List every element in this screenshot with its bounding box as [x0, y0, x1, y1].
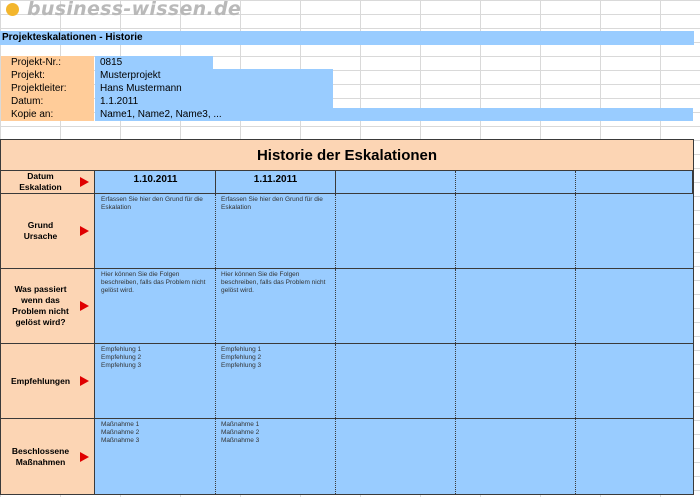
- projekt-label: Projekt:: [1, 69, 94, 82]
- list-item: Empfehlung 1: [221, 346, 262, 353]
- table-cell-date[interactable]: [456, 171, 576, 193]
- row-label-line: Beschlossene: [11, 445, 70, 456]
- table-cell[interactable]: Erfassen Sie hier den Grund für die Eska…: [216, 194, 336, 268]
- list-item: Maßnahme 1: [221, 421, 260, 428]
- list-item: Empfehlung 3: [221, 362, 262, 369]
- row-label-line: Empfehlungen: [10, 375, 71, 386]
- kopie-field[interactable]: Name1, Name2, Name3, ...: [95, 108, 693, 121]
- row-label-empfehlungen: Empfehlungen: [1, 344, 95, 418]
- list-item: Maßnahme 1: [101, 421, 140, 428]
- table-row-empfehlungen: Empfehlungen Empfehlung 1 Empfehlung 2 E…: [1, 344, 693, 419]
- list-item: Empfehlung 1: [101, 346, 142, 353]
- row-label-folgen: Was passiert wenn das Problem nicht gelöst …: [1, 269, 95, 343]
- list-item: Maßnahme 3: [221, 437, 260, 444]
- table-cell[interactable]: Hier können Sie die Folgen beschreiben, …: [96, 269, 216, 343]
- table-cell-date[interactable]: 1.11.2011: [216, 171, 336, 193]
- row-label-line: wenn das: [21, 295, 60, 305]
- table-cell-date[interactable]: 1.10.2011: [96, 171, 216, 193]
- row-label-massnahmen: Beschlossene Maßnahmen: [1, 419, 95, 494]
- list-item: Empfehlung 3: [101, 362, 142, 369]
- row-label-line: Eskalation: [19, 182, 62, 192]
- escalation-history-table: Historie der Eskalationen Datum Eskalatio…: [0, 139, 694, 495]
- table-row-folgen: Was passiert wenn das Problem nicht gelöst …: [1, 269, 693, 344]
- table-heading-band: Historie der Eskalationen: [1, 140, 693, 171]
- list-item: Maßnahme 2: [101, 429, 140, 436]
- table-cell[interactable]: [336, 344, 456, 418]
- projekt-nr-field[interactable]: 0815: [95, 56, 213, 69]
- row-label-grund: Grund Ursache: [1, 194, 95, 268]
- table-cell[interactable]: Empfehlung 1 Empfehlung 2 Empfehlung 3: [96, 344, 216, 418]
- table-cell[interactable]: [336, 269, 456, 343]
- arrow-right-icon: [80, 376, 89, 386]
- table-cell[interactable]: [576, 194, 693, 268]
- arrow-right-icon: [80, 226, 89, 236]
- row-label-datum: Datum Eskalation: [1, 171, 95, 193]
- logo-dot-icon: [6, 2, 19, 16]
- table-cell[interactable]: [456, 194, 576, 268]
- table-cell[interactable]: Maßnahme 1 Maßnahme 2 Maßnahme 3: [96, 419, 216, 494]
- table-row-grund: Grund Ursache Erfassen Sie hier den Grund…: [1, 194, 693, 269]
- list-item: Empfehlung 2: [221, 354, 262, 361]
- table-cell[interactable]: [456, 419, 576, 494]
- list-item: Maßnahme 2: [221, 429, 260, 436]
- projektleiter-label: Projektleiter:: [1, 82, 94, 95]
- row-label-line: Datum: [27, 171, 54, 181]
- table-cell-date[interactable]: [576, 171, 693, 193]
- row-label-line: Maßnahmen: [15, 456, 66, 467]
- row-label-line: Ursache: [23, 231, 58, 241]
- row-label-line: Problem nicht: [12, 306, 69, 316]
- watermark-text: business-wissen.de: [27, 0, 242, 20]
- kopie-label: Kopie an:: [1, 108, 94, 121]
- datum-label: Datum:: [1, 95, 94, 108]
- table-cell[interactable]: [576, 344, 693, 418]
- table-cell[interactable]: Empfehlung 1 Empfehlung 2 Empfehlung 3: [216, 344, 336, 418]
- projekt-nr-label: Projekt-Nr.:: [1, 56, 94, 69]
- arrow-right-icon: [80, 301, 89, 311]
- table-cell[interactable]: [456, 344, 576, 418]
- table-row-massnahmen: Beschlossene Maßnahmen Maßnahme 1 Maßnahm…: [1, 419, 693, 494]
- table-cell[interactable]: [456, 269, 576, 343]
- row-label-line: Grund: [27, 220, 54, 230]
- table-row-datum: Datum Eskalation 1.10.2011 1.11.2011: [1, 171, 693, 194]
- arrow-right-icon: [80, 177, 89, 187]
- projekt-field[interactable]: Musterprojekt: [95, 69, 333, 82]
- list-item: Maßnahme 3: [101, 437, 140, 444]
- table-cell[interactable]: [576, 419, 693, 494]
- sheet-title[interactable]: Projekteskalationen - Historie: [0, 31, 694, 45]
- table-cell[interactable]: Erfassen Sie hier den Grund für die Eska…: [96, 194, 216, 268]
- table-cell[interactable]: [576, 269, 693, 343]
- table-cell[interactable]: [336, 194, 456, 268]
- table-cell[interactable]: Hier können Sie die Folgen beschreiben, …: [216, 269, 336, 343]
- watermark: business-wissen.de: [2, 0, 241, 20]
- row-label-line: Was passiert: [14, 284, 67, 294]
- arrow-right-icon: [80, 451, 89, 462]
- datum-field[interactable]: 1.1.2011: [95, 95, 333, 108]
- table-cell[interactable]: [336, 419, 456, 494]
- list-item: Empfehlung 2: [101, 354, 142, 361]
- table-cell-date[interactable]: [336, 171, 456, 193]
- row-label-line: gelöst wird?: [15, 317, 66, 327]
- table-heading: Historie der Eskalationen: [256, 146, 438, 164]
- table-cell[interactable]: Maßnahme 1 Maßnahme 2 Maßnahme 3: [216, 419, 336, 494]
- projektleiter-field[interactable]: Hans Mustermann: [95, 82, 333, 95]
